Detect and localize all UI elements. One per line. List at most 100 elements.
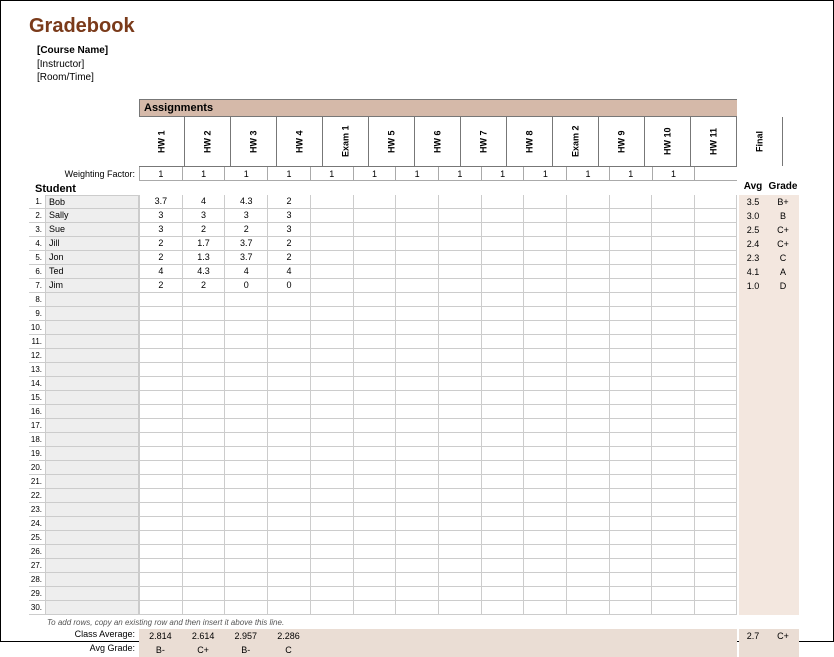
score-cell[interactable]: [651, 489, 694, 503]
score-cell[interactable]: [523, 391, 566, 405]
score-cell[interactable]: [566, 573, 609, 587]
score-cell[interactable]: [395, 461, 438, 475]
score-cell[interactable]: [267, 405, 310, 419]
score-cell[interactable]: [694, 335, 737, 349]
score-cell[interactable]: [224, 377, 267, 391]
score-cell[interactable]: [438, 419, 481, 433]
score-cell[interactable]: [310, 293, 353, 307]
score-cell[interactable]: [523, 405, 566, 419]
score-cell[interactable]: [651, 279, 694, 293]
score-cell[interactable]: [139, 321, 182, 335]
score-cell[interactable]: [651, 321, 694, 335]
score-cell[interactable]: [267, 307, 310, 321]
score-cell[interactable]: [182, 391, 225, 405]
score-cell[interactable]: [224, 307, 267, 321]
score-cell[interactable]: [182, 503, 225, 517]
score-cell[interactable]: [694, 517, 737, 531]
score-cell[interactable]: [609, 377, 652, 391]
score-cell[interactable]: [310, 531, 353, 545]
score-cell[interactable]: [694, 209, 737, 223]
student-name-cell[interactable]: [45, 321, 139, 335]
score-cell[interactable]: [267, 489, 310, 503]
score-cell[interactable]: [481, 531, 524, 545]
score-cell[interactable]: [523, 321, 566, 335]
score-cell[interactable]: [139, 419, 182, 433]
score-cell[interactable]: [310, 377, 353, 391]
score-cell[interactable]: [224, 447, 267, 461]
score-cell[interactable]: [651, 195, 694, 209]
score-cell[interactable]: [609, 293, 652, 307]
score-cell[interactable]: [651, 461, 694, 475]
score-cell[interactable]: [310, 419, 353, 433]
score-cell[interactable]: [651, 335, 694, 349]
score-cell[interactable]: [395, 251, 438, 265]
score-cell[interactable]: [139, 447, 182, 461]
score-cell[interactable]: [139, 363, 182, 377]
weight-cell[interactable]: 1: [353, 167, 396, 180]
student-name-cell[interactable]: [45, 601, 139, 615]
score-cell[interactable]: [139, 405, 182, 419]
score-cell[interactable]: [224, 503, 267, 517]
score-cell[interactable]: [694, 279, 737, 293]
score-cell[interactable]: [609, 265, 652, 279]
score-cell[interactable]: [694, 307, 737, 321]
score-cell[interactable]: [523, 251, 566, 265]
score-cell[interactable]: [182, 517, 225, 531]
score-cell[interactable]: [651, 587, 694, 601]
score-cell[interactable]: [310, 475, 353, 489]
score-cell[interactable]: [481, 433, 524, 447]
score-cell[interactable]: [267, 321, 310, 335]
score-cell[interactable]: [395, 293, 438, 307]
score-cell[interactable]: 2: [182, 223, 225, 237]
score-cell[interactable]: [353, 517, 396, 531]
score-cell[interactable]: [395, 195, 438, 209]
score-cell[interactable]: [481, 307, 524, 321]
score-cell[interactable]: [609, 503, 652, 517]
score-cell[interactable]: [438, 475, 481, 489]
score-cell[interactable]: [566, 321, 609, 335]
score-cell[interactable]: [523, 195, 566, 209]
score-cell[interactable]: 1.3: [182, 251, 225, 265]
score-cell[interactable]: [566, 391, 609, 405]
score-cell[interactable]: [566, 587, 609, 601]
score-cell[interactable]: [224, 545, 267, 559]
score-cell[interactable]: [310, 573, 353, 587]
student-name-cell[interactable]: Bob: [45, 195, 139, 209]
score-cell[interactable]: 2: [139, 279, 182, 293]
score-cell[interactable]: [182, 601, 225, 615]
score-cell[interactable]: [523, 573, 566, 587]
score-cell[interactable]: [694, 461, 737, 475]
score-cell[interactable]: [694, 573, 737, 587]
score-cell[interactable]: [395, 391, 438, 405]
weight-cell[interactable]: 1: [438, 167, 481, 180]
score-cell[interactable]: [694, 349, 737, 363]
score-cell[interactable]: [182, 363, 225, 377]
score-cell[interactable]: [353, 237, 396, 251]
score-cell[interactable]: [566, 307, 609, 321]
score-cell[interactable]: [395, 279, 438, 293]
score-cell[interactable]: [438, 461, 481, 475]
score-cell[interactable]: [694, 321, 737, 335]
score-cell[interactable]: [395, 307, 438, 321]
score-cell[interactable]: [651, 349, 694, 363]
student-name-cell[interactable]: Sally: [45, 209, 139, 223]
score-cell[interactable]: [694, 559, 737, 573]
student-name-cell[interactable]: [45, 405, 139, 419]
score-cell[interactable]: 2: [182, 279, 225, 293]
score-cell[interactable]: [267, 475, 310, 489]
student-name-cell[interactable]: Jim: [45, 279, 139, 293]
score-cell[interactable]: [481, 349, 524, 363]
score-cell[interactable]: 3: [267, 223, 310, 237]
score-cell[interactable]: [267, 335, 310, 349]
score-cell[interactable]: [267, 503, 310, 517]
score-cell[interactable]: [310, 447, 353, 461]
score-cell[interactable]: [523, 517, 566, 531]
score-cell[interactable]: [182, 377, 225, 391]
student-name-cell[interactable]: [45, 573, 139, 587]
score-cell[interactable]: 4.3: [224, 195, 267, 209]
score-cell[interactable]: [694, 293, 737, 307]
score-cell[interactable]: [694, 489, 737, 503]
score-cell[interactable]: [353, 251, 396, 265]
score-cell[interactable]: [523, 419, 566, 433]
score-cell[interactable]: [651, 209, 694, 223]
